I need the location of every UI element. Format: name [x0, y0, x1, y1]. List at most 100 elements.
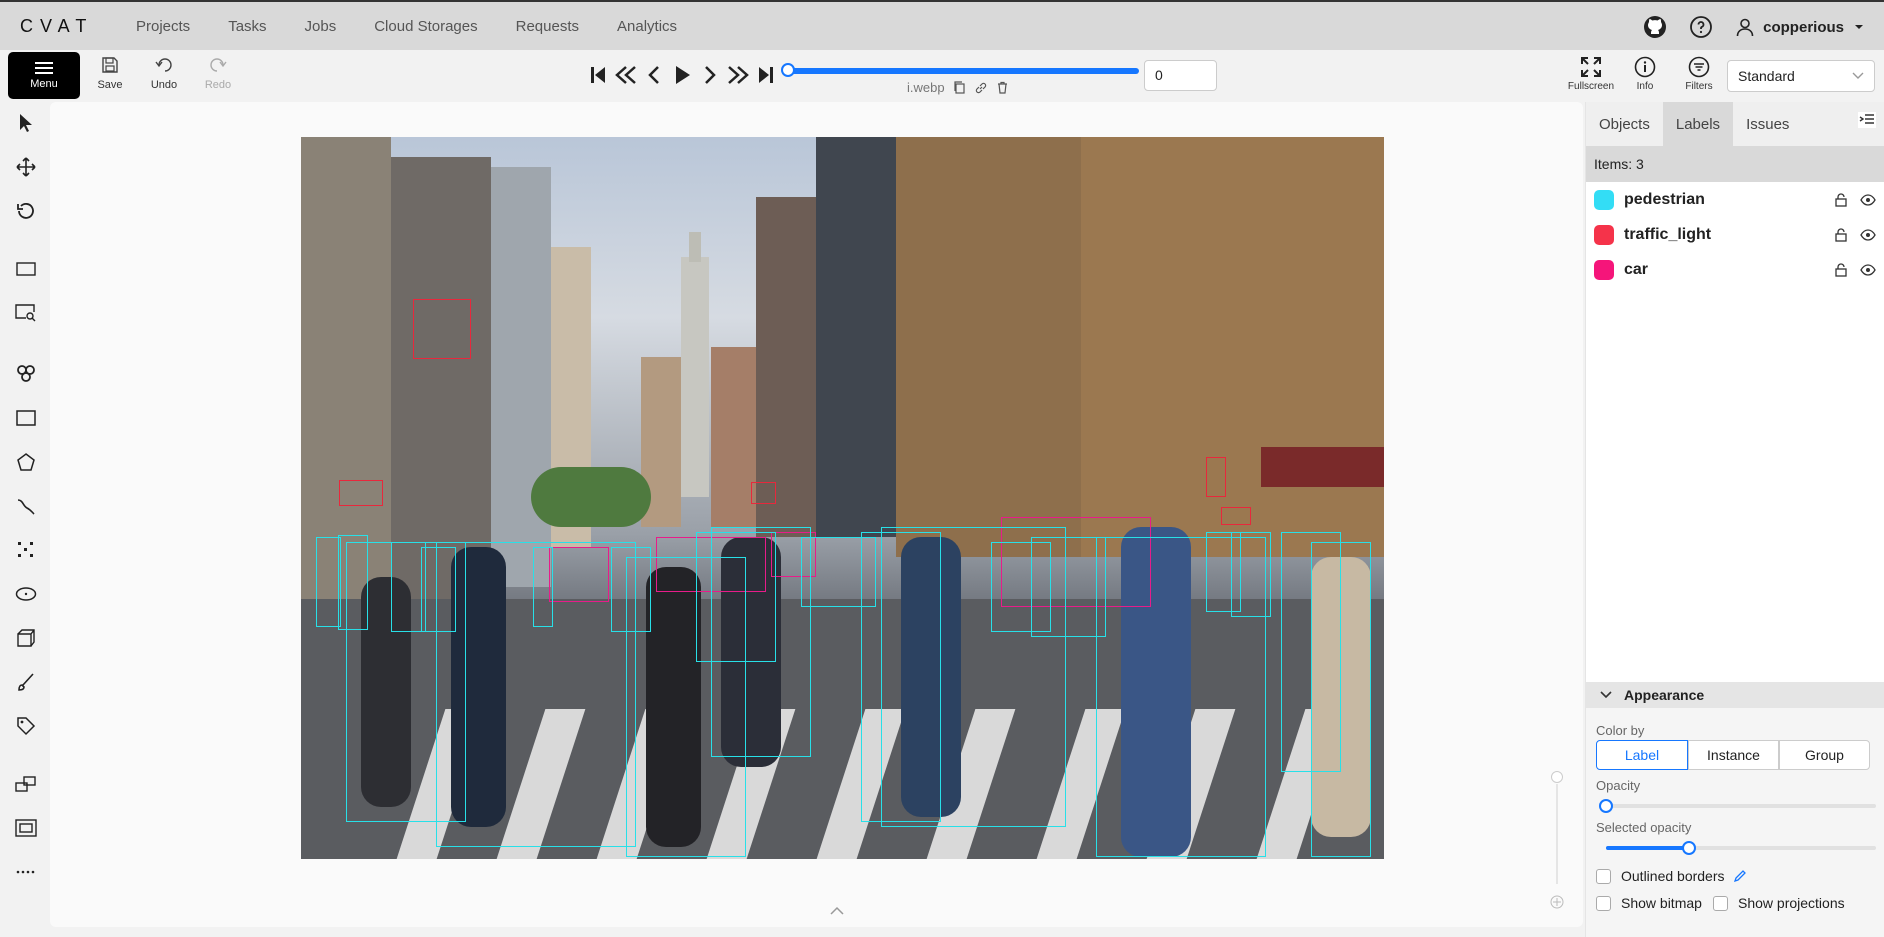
filename-row: i.webp [907, 80, 1009, 95]
fullscreen-button[interactable]: Fullscreen [1564, 56, 1618, 92]
label-item[interactable]: car [1586, 252, 1884, 287]
zoom-slider[interactable] [1550, 770, 1564, 910]
undo-icon [155, 58, 172, 72]
fast-backward-icon[interactable] [614, 62, 638, 88]
user-menu[interactable]: copperious [1735, 17, 1872, 37]
label-item[interactable]: pedestrian [1586, 182, 1884, 217]
eye-icon[interactable] [1860, 193, 1876, 206]
color-by-segment: Label Instance Group [1596, 740, 1870, 770]
nav-requests[interactable]: Requests [516, 18, 579, 35]
objects-sidebar: Objects Labels Issues Items: 3 pedestria… [1585, 102, 1884, 937]
color-by-label-option[interactable]: Label [1596, 740, 1688, 770]
brush-icon[interactable] [13, 669, 39, 695]
tab-objects[interactable]: Objects [1586, 102, 1663, 146]
points-icon[interactable] [13, 537, 39, 563]
redo-button[interactable]: Redo [193, 56, 243, 91]
fullscreen-label: Fullscreen [1567, 81, 1615, 92]
selected-opacity-slider[interactable] [1606, 841, 1876, 855]
rectangle-icon[interactable] [13, 405, 39, 431]
appearance-title: Appearance [1624, 687, 1705, 703]
info-icon [1634, 56, 1656, 78]
zoom-region-icon[interactable] [13, 300, 39, 326]
nav-jobs[interactable]: Jobs [305, 18, 337, 35]
more-tools-icon[interactable] [13, 859, 39, 885]
ellipse-icon[interactable] [13, 581, 39, 607]
fast-forward-icon[interactable] [726, 62, 750, 88]
rotate-icon[interactable] [13, 198, 39, 224]
chevron-down-icon [1600, 691, 1612, 699]
nav-tasks[interactable]: Tasks [228, 18, 266, 35]
label-color-swatch[interactable] [1594, 189, 1614, 210]
filters-label: Filters [1685, 81, 1713, 92]
label-item[interactable]: traffic_light [1586, 217, 1884, 252]
info-button[interactable]: Info [1618, 56, 1672, 92]
outlined-borders-checkbox[interactable]: Outlined borders [1596, 868, 1747, 884]
tab-issues[interactable]: Issues [1733, 102, 1802, 146]
frame-number-input[interactable]: 0 [1144, 60, 1217, 91]
label-name: pedestrian [1624, 190, 1705, 208]
show-projections-text: Show projections [1738, 895, 1845, 911]
opacity-slider[interactable] [1599, 799, 1876, 813]
show-bitmap-text: Show bitmap [1621, 895, 1702, 911]
nav-cloud-storages[interactable]: Cloud Storages [374, 18, 477, 35]
play-icon[interactable] [670, 62, 694, 88]
move-icon[interactable] [13, 154, 39, 180]
last-frame-icon[interactable] [754, 62, 778, 88]
unlock-icon[interactable] [1834, 262, 1848, 277]
undo-label: Undo [150, 79, 178, 91]
filter-icon [1688, 56, 1710, 78]
info-label: Info [1636, 81, 1654, 92]
group-icon[interactable] [13, 815, 39, 841]
polygon-icon[interactable] [13, 449, 39, 475]
delete-icon[interactable] [996, 81, 1009, 94]
appearance-header[interactable]: Appearance [1586, 682, 1884, 708]
street-scene-image[interactable] [301, 137, 1384, 859]
collapse-up-icon[interactable] [830, 903, 844, 921]
filters-button[interactable]: Filters [1672, 56, 1726, 92]
merge-icon[interactable] [13, 771, 39, 797]
unlock-icon[interactable] [1834, 227, 1848, 242]
cuboid-icon[interactable] [13, 625, 39, 651]
label-color-swatch[interactable] [1594, 224, 1614, 245]
copy-icon[interactable] [953, 81, 966, 94]
color-by-group-option[interactable]: Group [1779, 740, 1870, 770]
frame-slider-handle[interactable] [781, 63, 795, 77]
nav-projects[interactable]: Projects [136, 18, 190, 35]
eye-icon[interactable] [1860, 263, 1876, 276]
help-icon[interactable] [1689, 15, 1713, 39]
frame-slider-track[interactable] [783, 68, 1139, 74]
link-icon[interactable] [974, 81, 988, 95]
top-navbar: CVAT Projects Tasks Jobs Cloud Storages … [0, 0, 1884, 50]
github-icon[interactable] [1643, 15, 1667, 39]
filename-text: i.webp [907, 80, 945, 95]
polyline-icon[interactable] [13, 493, 39, 519]
pencil-icon[interactable] [1733, 869, 1747, 883]
show-projections-checkbox[interactable]: Show projections [1713, 895, 1845, 911]
label-name: traffic_light [1624, 225, 1712, 243]
eye-icon[interactable] [1860, 228, 1876, 241]
workspace-select[interactable]: Standard [1727, 60, 1875, 92]
cursor-icon[interactable] [13, 110, 39, 136]
show-bitmap-checkbox[interactable]: Show bitmap [1596, 895, 1702, 911]
cvat-logo[interactable]: CVAT [20, 16, 120, 37]
ai-tools-icon[interactable] [13, 360, 39, 386]
previous-frame-icon[interactable] [642, 62, 666, 88]
nav-analytics[interactable]: Analytics [617, 18, 677, 35]
next-frame-icon[interactable] [698, 62, 722, 88]
color-by-instance-option[interactable]: Instance [1688, 740, 1779, 770]
fit-image-icon[interactable] [13, 256, 39, 282]
undo-button[interactable]: Undo [139, 56, 189, 91]
tag-icon[interactable] [13, 713, 39, 739]
unlock-icon[interactable] [1834, 192, 1848, 207]
outlined-borders-text: Outlined borders [1621, 868, 1725, 884]
sidebar-collapse-icon[interactable] [1858, 112, 1876, 133]
menu-label: Menu [30, 78, 58, 90]
label-color-swatch[interactable] [1594, 259, 1614, 280]
username: copperious [1763, 18, 1844, 36]
save-button[interactable]: Save [85, 56, 135, 91]
hamburger-icon [35, 62, 53, 74]
tab-labels[interactable]: Labels [1662, 102, 1734, 146]
controls-sidebar [0, 102, 50, 937]
first-frame-icon[interactable] [586, 62, 610, 88]
menu-button[interactable]: Menu [8, 52, 80, 99]
